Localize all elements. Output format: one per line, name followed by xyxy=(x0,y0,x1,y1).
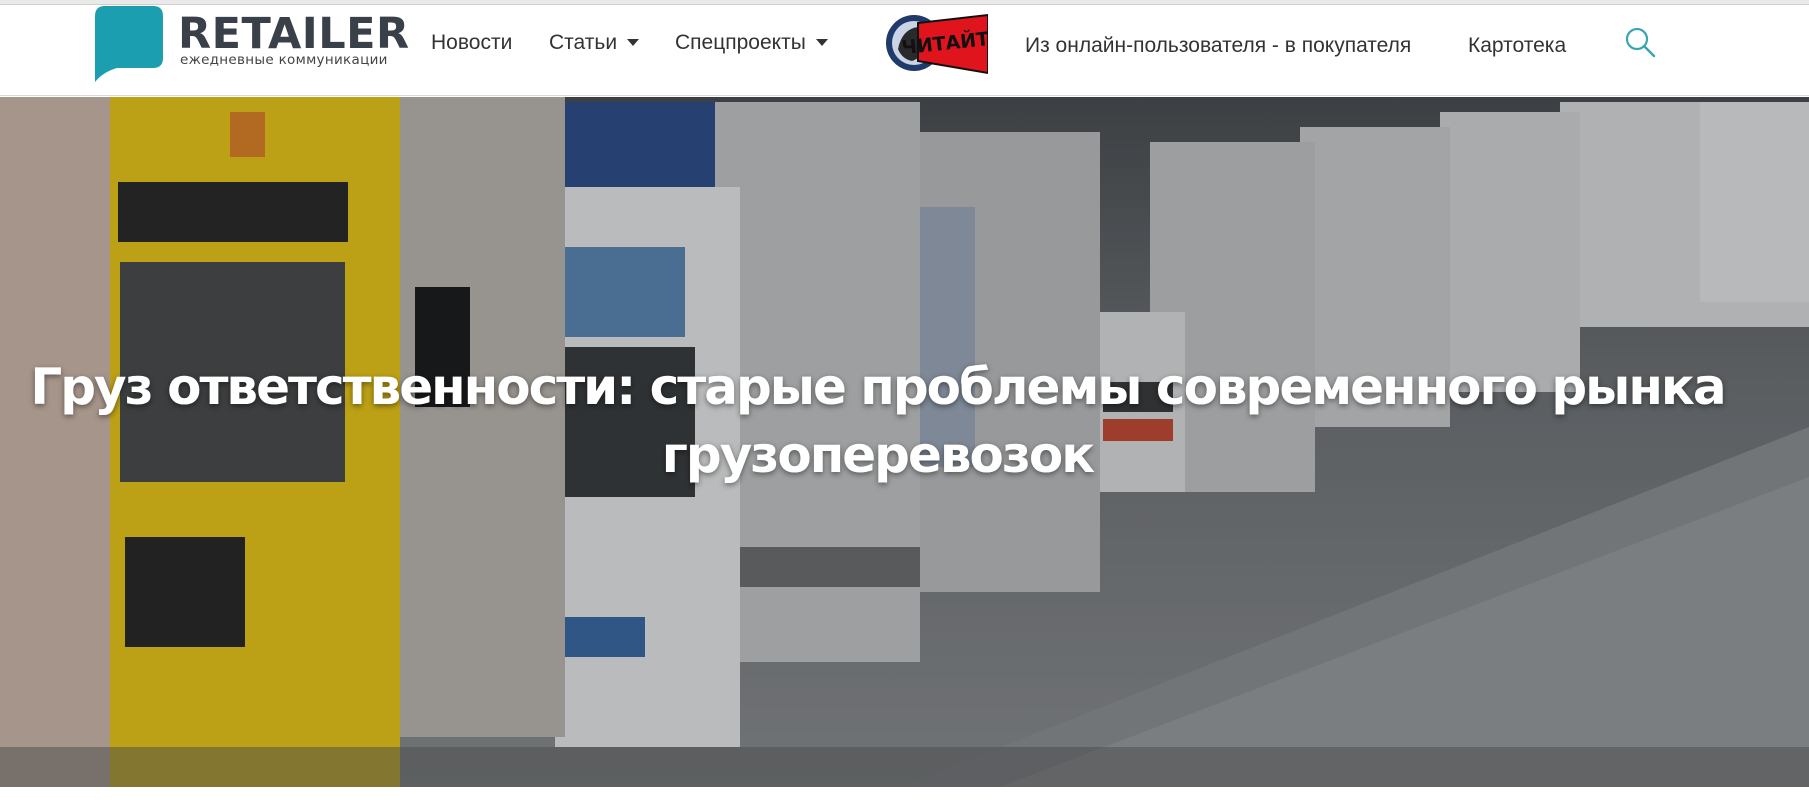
hero-title[interactable]: Груз ответственности: старые проблемы со… xyxy=(0,353,1755,489)
nav-item-label: Новости xyxy=(431,31,513,54)
nav-item-label: Из онлайн-пользователя - в покупателя xyxy=(1025,34,1412,57)
nav-item-online-to-buyer[interactable]: Из онлайн-пользователя - в покупателя xyxy=(1025,30,1411,62)
nav-item-label: Спецпроекты xyxy=(675,31,806,54)
hero-title-line-2: грузоперевозок xyxy=(661,426,1095,484)
nav-item-special-projects[interactable]: Спецпроекты xyxy=(675,27,828,59)
nav-item-catalog[interactable]: Картотека xyxy=(1468,30,1566,62)
logo-speech-bubble-icon xyxy=(95,6,163,82)
logo-title: RETAILER xyxy=(178,9,410,59)
chevron-down-icon xyxy=(627,39,640,46)
logo-subtitle: ежедневные коммуникации xyxy=(180,52,388,68)
site-header: RETAILER ежедневные коммуникации Новости… xyxy=(0,5,1809,96)
nav-item-news[interactable]: Новости xyxy=(431,27,512,59)
nav-item-articles[interactable]: Статьи xyxy=(549,27,640,59)
search-icon[interactable] xyxy=(1624,26,1656,58)
hero-title-line-1: Груз ответственности: старые проблемы со… xyxy=(30,358,1726,416)
nav-item-label: Статьи xyxy=(549,31,618,54)
promo-read-badge[interactable]: ЧИТАЙТЕ xyxy=(884,9,988,75)
nav-item-label: Картотека xyxy=(1468,34,1567,57)
site-logo[interactable]: RETAILER ежедневные коммуникации xyxy=(95,6,415,88)
chevron-down-icon xyxy=(815,39,828,46)
hero-banner[interactable]: Груз ответственности: старые проблемы со… xyxy=(0,97,1809,787)
